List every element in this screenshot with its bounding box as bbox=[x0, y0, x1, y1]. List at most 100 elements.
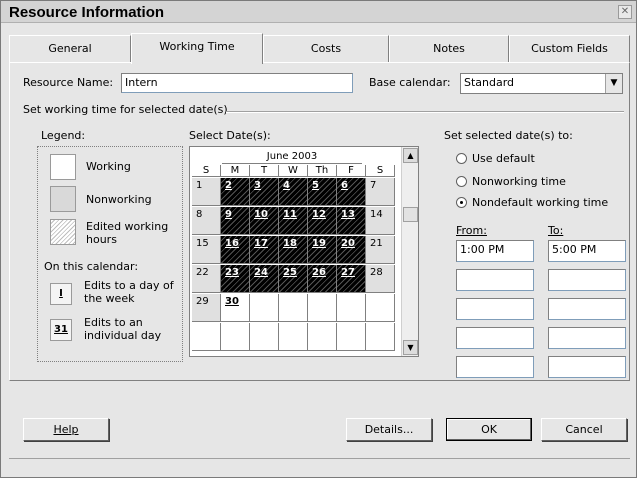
calendar-day[interactable] bbox=[279, 323, 308, 351]
calendar-scrollbar[interactable]: ▲ ▼ bbox=[401, 147, 418, 356]
calendar-day[interactable]: 19 bbox=[308, 236, 337, 264]
working-swatch bbox=[50, 154, 76, 180]
calendar-day[interactable]: 25 bbox=[279, 265, 308, 293]
base-calendar-label: Base calendar: bbox=[369, 76, 451, 89]
calendar-day[interactable] bbox=[308, 294, 337, 322]
calendar-day[interactable]: 30 bbox=[221, 294, 250, 322]
nondefault-radio[interactable] bbox=[456, 197, 467, 208]
tab-general[interactable]: General bbox=[9, 35, 131, 63]
tab-notes[interactable]: Notes bbox=[389, 35, 509, 63]
section-title: Set working time for selected date(s) bbox=[23, 103, 228, 116]
from-time-3[interactable] bbox=[456, 298, 534, 320]
calendar-day[interactable] bbox=[366, 294, 395, 322]
calendar-day[interactable]: 18 bbox=[279, 236, 308, 264]
from-time-2[interactable] bbox=[456, 269, 534, 291]
calendar-day[interactable]: 4 bbox=[279, 178, 308, 206]
from-time-4[interactable] bbox=[456, 327, 534, 349]
legend-edits-individual: Edits to an individual day bbox=[84, 316, 162, 342]
calendar-day[interactable]: 24 bbox=[250, 265, 279, 293]
help-button[interactable]: Help bbox=[23, 418, 109, 441]
close-icon[interactable]: ✕ bbox=[618, 5, 632, 19]
calendar-day[interactable]: 8 bbox=[192, 207, 221, 235]
legend-edited: Edited working hours bbox=[86, 220, 169, 246]
calendar-day[interactable]: 29 bbox=[192, 294, 221, 322]
edit-day-icon: 31 bbox=[50, 319, 72, 341]
base-calendar-select[interactable]: Standard ▼ bbox=[460, 73, 623, 94]
legend-working: Working bbox=[86, 160, 131, 173]
calendar-day[interactable] bbox=[279, 294, 308, 322]
calendar-day[interactable]: 2 bbox=[221, 178, 250, 206]
use-default-radio[interactable] bbox=[456, 153, 467, 164]
resource-name-input[interactable]: Intern bbox=[121, 73, 353, 93]
calendar-day[interactable] bbox=[308, 323, 337, 351]
scroll-up-icon[interactable]: ▲ bbox=[403, 148, 418, 163]
calendar-day[interactable] bbox=[221, 323, 250, 351]
from-label: From: bbox=[456, 224, 487, 237]
calendar-day[interactable] bbox=[250, 323, 279, 351]
calendar-day[interactable] bbox=[250, 294, 279, 322]
calendar-day[interactable] bbox=[337, 323, 366, 351]
tab-custom-fields[interactable]: Custom Fields bbox=[509, 35, 630, 63]
resource-name-label: Resource Name: bbox=[23, 76, 114, 89]
edit-week-icon: I bbox=[50, 283, 72, 305]
calendar-day[interactable]: 5 bbox=[308, 178, 337, 206]
calendar-day[interactable] bbox=[366, 323, 395, 351]
resource-information-dialog: Resource Information ✕ General Working T… bbox=[0, 0, 637, 478]
nonworking-label[interactable]: Nonworking time bbox=[472, 175, 566, 188]
calendar-day[interactable]: 26 bbox=[308, 265, 337, 293]
calendar-grid[interactable]: June 2003 S M T W Th F S 1 2 3 4 5 6 7 8… bbox=[189, 146, 419, 357]
ok-button[interactable]: OK bbox=[446, 418, 532, 441]
dow-tue: T bbox=[250, 165, 279, 177]
bottom-divider bbox=[9, 458, 630, 459]
legend-title: Legend: bbox=[41, 129, 86, 142]
calendar-day[interactable] bbox=[192, 323, 221, 351]
calendar-day[interactable]: 3 bbox=[250, 178, 279, 206]
tab-strip: General Working Time Costs Notes Custom … bbox=[9, 33, 630, 64]
dow-thu: Th bbox=[308, 165, 337, 177]
to-time-3[interactable] bbox=[548, 298, 626, 320]
cancel-button[interactable]: Cancel bbox=[541, 418, 627, 441]
use-default-label[interactable]: Use default bbox=[472, 152, 535, 165]
from-time-1[interactable]: 1:00 PM bbox=[456, 240, 534, 262]
calendar-day[interactable]: 11 bbox=[279, 207, 308, 235]
to-time-4[interactable] bbox=[548, 327, 626, 349]
tab-working-time[interactable]: Working Time bbox=[131, 33, 263, 64]
calendar-day[interactable]: 28 bbox=[366, 265, 395, 293]
calendar-day[interactable]: 23 bbox=[221, 265, 250, 293]
legend-edits-day-week: Edits to a day of the week bbox=[84, 279, 174, 305]
calendar-day[interactable]: 13 bbox=[337, 207, 366, 235]
scroll-thumb[interactable] bbox=[403, 207, 418, 222]
to-time-1[interactable]: 5:00 PM bbox=[548, 240, 626, 262]
tab-costs[interactable]: Costs bbox=[263, 35, 389, 63]
nondefault-label[interactable]: Nondefault working time bbox=[472, 196, 608, 209]
nonworking-radio[interactable] bbox=[456, 176, 467, 187]
calendar-day[interactable]: 16 bbox=[221, 236, 250, 264]
calendar-day[interactable]: 20 bbox=[337, 236, 366, 264]
section-divider bbox=[226, 111, 624, 113]
window-title: Resource Information bbox=[9, 4, 165, 21]
to-time-5[interactable] bbox=[548, 356, 626, 378]
calendar-day[interactable]: 22 bbox=[192, 265, 221, 293]
to-time-2[interactable] bbox=[548, 269, 626, 291]
chevron-down-icon[interactable]: ▼ bbox=[605, 74, 622, 93]
calendar-day[interactable]: 17 bbox=[250, 236, 279, 264]
calendar-day[interactable]: 7 bbox=[366, 178, 395, 206]
set-to-title: Set selected date(s) to: bbox=[444, 129, 573, 142]
select-dates-label: Select Date(s): bbox=[189, 129, 271, 142]
calendar-day[interactable]: 15 bbox=[192, 236, 221, 264]
from-time-5[interactable] bbox=[456, 356, 534, 378]
dow-wed: W bbox=[279, 165, 308, 177]
calendar-day[interactable]: 12 bbox=[308, 207, 337, 235]
calendar-day[interactable]: 21 bbox=[366, 236, 395, 264]
edited-swatch bbox=[50, 219, 76, 245]
calendar-day[interactable]: 9 bbox=[221, 207, 250, 235]
calendar-day[interactable]: 27 bbox=[337, 265, 366, 293]
details-button[interactable]: Details... bbox=[346, 418, 432, 441]
calendar-day[interactable]: 1 bbox=[192, 178, 221, 206]
calendar-day[interactable]: 10 bbox=[250, 207, 279, 235]
calendar-day[interactable]: 6 bbox=[337, 178, 366, 206]
calendar-day[interactable] bbox=[337, 294, 366, 322]
scroll-down-icon[interactable]: ▼ bbox=[403, 340, 418, 355]
calendar-day[interactable]: 14 bbox=[366, 207, 395, 235]
dow-mon: M bbox=[221, 165, 250, 177]
